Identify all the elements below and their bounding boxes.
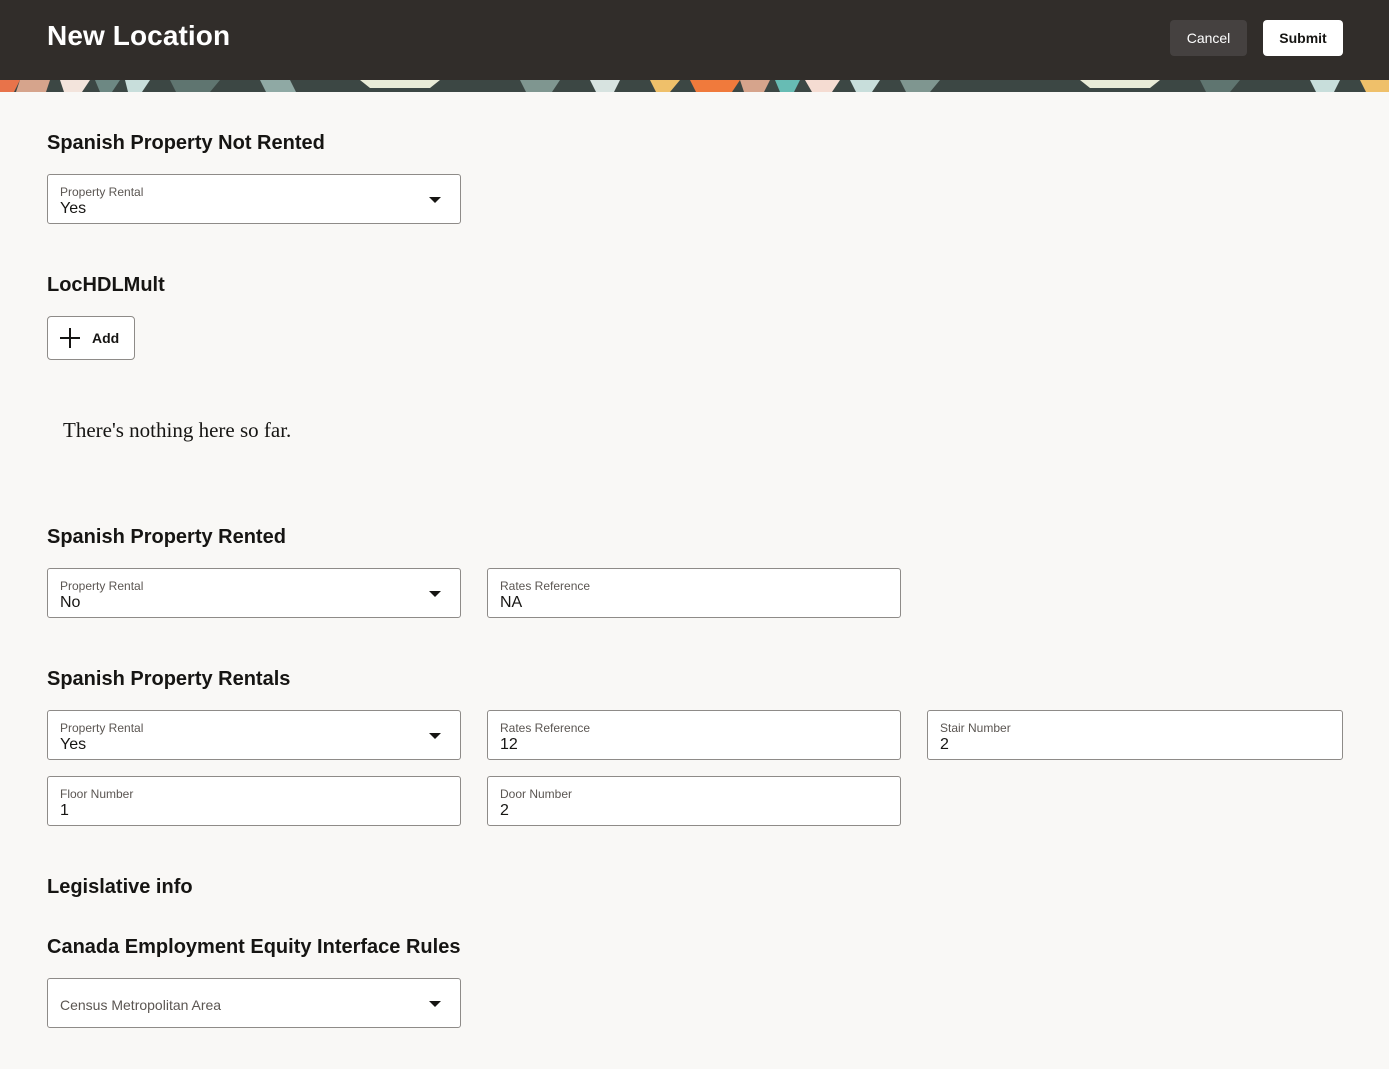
census-metropolitan-area-select[interactable]: Census Metropolitan Area — [47, 978, 461, 1028]
field-label: Property Rental — [60, 185, 144, 199]
chevron-down-icon[interactable] — [429, 197, 441, 203]
field-label: Rates Reference — [500, 721, 591, 735]
empty-state-message: There's nothing here so far. — [63, 418, 292, 442]
field-label: Rates Reference — [500, 579, 591, 593]
section-title-legislative: Legislative info — [47, 876, 193, 898]
rates-reference-field[interactable]: Rates Reference 12 — [487, 710, 901, 760]
section-title-rented: Spanish Property Rented — [47, 526, 286, 548]
stair-number-field[interactable]: Stair Number 2 — [927, 710, 1343, 760]
property-rental-select[interactable]: Property Rental Yes — [47, 174, 461, 224]
submit-button[interactable]: Submit — [1263, 20, 1343, 56]
field-label: Door Number — [500, 787, 573, 801]
section-title-not-rented: Spanish Property Not Rented — [47, 132, 325, 154]
floor-number-field[interactable]: Floor Number 1 — [47, 776, 461, 826]
field-label: Census Metropolitan Area — [60, 997, 222, 1013]
rates-reference-field[interactable]: Rates Reference NA — [487, 568, 901, 618]
add-button[interactable]: Add — [47, 316, 135, 360]
chevron-down-icon[interactable] — [429, 733, 441, 739]
decorative-banner — [0, 80, 1389, 92]
plus-icon — [60, 328, 80, 348]
field-value: Yes — [60, 200, 87, 217]
section-title-canada: Canada Employment Equity Interface Rules — [47, 936, 461, 958]
page-title: New Location — [47, 20, 231, 51]
field-label: Property Rental — [60, 579, 144, 593]
field-label: Property Rental — [60, 721, 144, 735]
chevron-down-icon[interactable] — [429, 591, 441, 597]
section-title-lochdlmult: LocHDLMult — [47, 274, 165, 296]
field-label: Stair Number — [940, 721, 1011, 735]
field-label: Floor Number — [60, 787, 134, 801]
add-button-label: Add — [92, 330, 120, 346]
field-value: 12 — [500, 736, 518, 753]
field-value: 2 — [500, 802, 509, 819]
field-value: 2 — [940, 736, 949, 753]
field-value: NA — [500, 594, 523, 611]
field-value: Yes — [60, 736, 87, 753]
page-header: New Location Cancel Submit — [0, 0, 1389, 80]
section-title-rentals: Spanish Property Rentals — [47, 668, 291, 690]
chevron-down-icon[interactable] — [429, 1001, 441, 1007]
property-rental-select[interactable]: Property Rental No — [47, 568, 461, 618]
field-value: No — [60, 594, 81, 611]
property-rental-select[interactable]: Property Rental Yes — [47, 710, 461, 760]
door-number-field[interactable]: Door Number 2 — [487, 776, 901, 826]
field-value: 1 — [60, 802, 69, 819]
cancel-button[interactable]: Cancel — [1170, 20, 1247, 56]
